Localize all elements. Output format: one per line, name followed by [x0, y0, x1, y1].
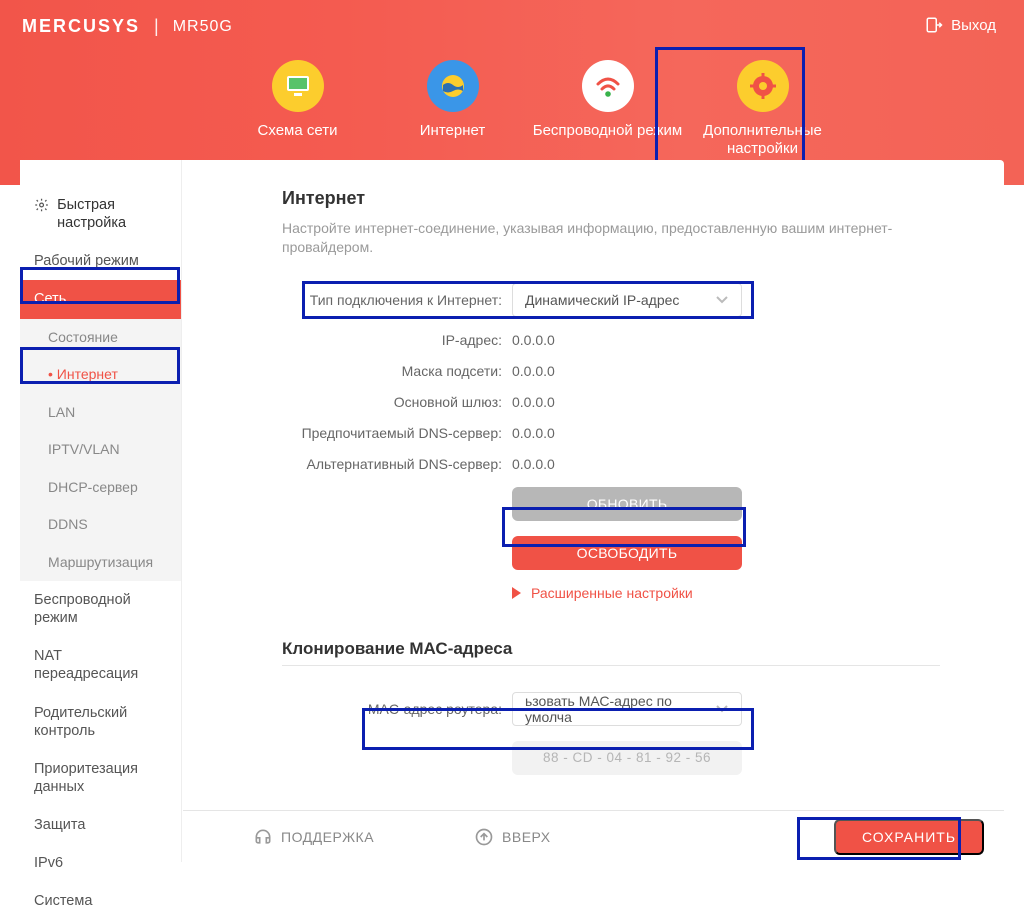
- nav-internet[interactable]: Интернет: [375, 54, 530, 158]
- mac-label: MAC-адрес роутера:: [282, 701, 512, 717]
- sidebar-security[interactable]: Защита: [20, 806, 181, 844]
- nav-advanced[interactable]: Дополнительные настройки: [685, 54, 840, 158]
- sidebar-parental[interactable]: Родительский контроль: [20, 694, 181, 750]
- mask-value: 0.0.0.0: [512, 363, 555, 379]
- gear-icon: [737, 60, 789, 112]
- mask-label: Маска подсети:: [282, 363, 512, 379]
- gear-outline-icon: [34, 196, 49, 214]
- mac-address-display: 88 - CD - 04 - 81 - 92 - 56: [512, 741, 742, 775]
- scroll-top-button[interactable]: ВВЕРХ: [474, 827, 551, 847]
- brand-logo: MERCUSYS: [22, 16, 140, 37]
- save-button[interactable]: СОХРАНИТЬ: [834, 819, 984, 855]
- globe-icon: [427, 60, 479, 112]
- sidebar-sub-ddns[interactable]: DDNS: [20, 506, 181, 544]
- sidebar-quick-setup[interactable]: Быстрая настройка: [20, 186, 181, 242]
- logout-button[interactable]: Выход: [925, 16, 996, 34]
- sidebar-ipv6[interactable]: IPv6: [20, 844, 181, 882]
- gw-value: 0.0.0.0: [512, 394, 555, 410]
- sidebar: Быстрая настройка Рабочий режим Сеть Сос…: [20, 160, 182, 862]
- gw-label: Основной шлюз:: [282, 394, 512, 410]
- header: MERCUSYS | MR50G Выход Схема сети Интерн…: [0, 0, 1024, 185]
- mac-clone-title: Клонирование МАС-адреса: [282, 639, 940, 659]
- dns1-label: Предпочитаемый DNS-сервер:: [282, 425, 512, 441]
- chevron-down-icon: [715, 701, 729, 717]
- sidebar-qos[interactable]: Приоритезация данных: [20, 750, 181, 806]
- sidebar-wireless[interactable]: Беспроводной режим: [20, 581, 181, 637]
- nav-scheme[interactable]: Схема сети: [220, 54, 375, 158]
- conn-type-label: Тип подключения к Интернет:: [282, 292, 512, 308]
- dns2-value: 0.0.0.0: [512, 456, 555, 472]
- sidebar-network-subs: Состояние Интернет LAN IPTV/VLAN DHCP-се…: [20, 319, 181, 582]
- sidebar-mode[interactable]: Рабочий режим: [20, 242, 181, 280]
- logout-icon: [925, 16, 943, 34]
- sidebar-sub-status[interactable]: Состояние: [20, 319, 181, 357]
- sidebar-sub-routing[interactable]: Маршрутизация: [20, 544, 181, 582]
- sidebar-sub-iptv[interactable]: IPTV/VLAN: [20, 431, 181, 469]
- support-button[interactable]: ПОДДЕРЖКА: [253, 827, 374, 847]
- sidebar-network[interactable]: Сеть: [20, 280, 181, 318]
- top-nav: Схема сети Интернет Беспроводной режим Д…: [0, 54, 1024, 158]
- sidebar-nat[interactable]: NAT переадресация: [20, 637, 181, 693]
- scheme-icon: [272, 60, 324, 112]
- dns2-label: Альтернативный DNS-сервер:: [282, 456, 512, 472]
- mac-select[interactable]: ьзовать МАС-адрес по умолча: [512, 692, 742, 726]
- headset-icon: [253, 827, 273, 847]
- brand-model: MR50G: [173, 18, 233, 36]
- dns1-value: 0.0.0.0: [512, 425, 555, 441]
- divider: [282, 665, 940, 666]
- sidebar-sub-dhcp[interactable]: DHCP-сервер: [20, 469, 181, 507]
- arrow-up-icon: [474, 827, 494, 847]
- release-button[interactable]: ОСВОБОДИТЬ: [512, 536, 742, 570]
- ip-label: IP-адрес:: [282, 332, 512, 348]
- advanced-settings-link[interactable]: Расширенные настройки: [512, 585, 693, 601]
- sidebar-sub-internet[interactable]: Интернет: [20, 356, 181, 394]
- page-subtitle: Настройте интернет-соединение, указывая …: [282, 219, 940, 257]
- sidebar-system[interactable]: Система: [20, 882, 181, 920]
- chevron-down-icon: [715, 292, 729, 308]
- wifi-icon: [582, 60, 634, 112]
- page-title: Интернет: [282, 188, 940, 209]
- nav-wireless[interactable]: Беспроводной режим: [530, 54, 685, 158]
- ip-value: 0.0.0.0: [512, 332, 555, 348]
- content: Интернет Настройте интернет-соединение, …: [182, 160, 1004, 862]
- refresh-button[interactable]: ОБНОВИТЬ: [512, 487, 742, 521]
- triangle-right-icon: [512, 587, 521, 599]
- conn-type-select[interactable]: Динамический IP-адрес: [512, 283, 742, 317]
- brand: MERCUSYS | MR50G: [22, 16, 233, 37]
- sidebar-sub-lan[interactable]: LAN: [20, 394, 181, 432]
- footer: ПОДДЕРЖКА ВВЕРХ СОХРАНИТЬ: [183, 810, 1004, 862]
- main: Быстрая настройка Рабочий режим Сеть Сос…: [20, 160, 1004, 862]
